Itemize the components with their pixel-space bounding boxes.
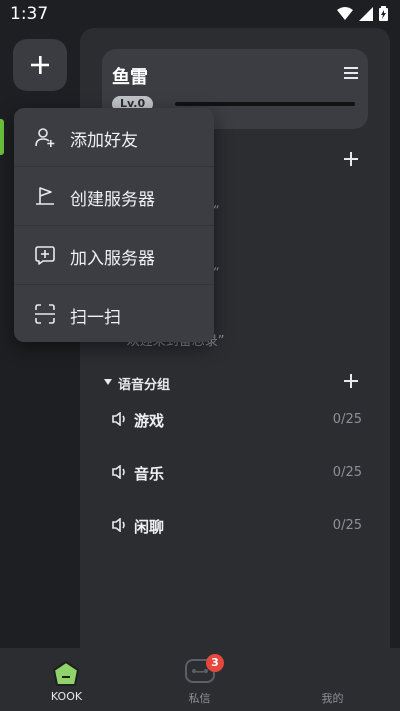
speaker-icon	[112, 518, 125, 532]
menu-item-create-server[interactable]: 创建服务器	[14, 166, 214, 225]
server-name: 鱼雷	[112, 67, 148, 88]
voice-channel-count: 0/25	[332, 412, 362, 427]
channel-text-fragment: “	[213, 204, 220, 219]
voice-channel-name: 闲聊	[134, 518, 165, 536]
status-bar: 1:37	[0, 0, 400, 28]
join-server-icon	[35, 246, 55, 265]
voice-group-header[interactable]: 语音分组	[102, 373, 372, 393]
caret-down-icon	[104, 379, 112, 385]
voice-channel[interactable]: 音乐 0/25	[112, 461, 362, 485]
unread-badge: 3	[206, 654, 224, 672]
voice-channel[interactable]: 闲聊 0/25	[112, 514, 362, 538]
signal-icon	[359, 6, 373, 21]
menu-item-join-server[interactable]: 加入服务器	[14, 225, 214, 284]
scan-icon	[35, 304, 55, 324]
voice-channel-name: 音乐	[134, 465, 165, 483]
level-progress-bar	[175, 102, 355, 106]
add-server-button[interactable]	[13, 39, 67, 91]
menu-item-label: 扫一扫	[70, 308, 121, 328]
voice-channel-count: 0/25	[332, 465, 362, 480]
bottom-nav: KOOK 私信 我的	[0, 648, 400, 711]
speaker-icon	[112, 465, 125, 479]
add-menu-popup: 添加好友 创建服务器 加入服务器 扫一扫	[14, 108, 214, 342]
nav-tab-kook[interactable]: KOOK	[0, 648, 133, 711]
kook-home-icon	[53, 661, 79, 686]
nav-label: KOOK	[50, 690, 83, 703]
menu-item-add-friend[interactable]: 添加好友	[14, 108, 214, 166]
nav-tab-messages[interactable]: 私信	[133, 648, 266, 711]
add-friend-icon	[35, 128, 55, 147]
menu-item-scan[interactable]: 扫一扫	[14, 284, 214, 342]
menu-item-label: 创建服务器	[70, 190, 155, 210]
nav-label: 私信	[188, 692, 211, 705]
plus-icon	[31, 56, 49, 74]
add-text-channel-icon[interactable]	[344, 152, 358, 166]
voice-channel-name: 游戏	[134, 412, 165, 430]
voice-group-title: 语音分组	[118, 378, 171, 393]
channel-text-fragment: “	[213, 266, 220, 281]
nav-tab-profile[interactable]: 我的	[266, 648, 399, 711]
voice-channel[interactable]: 游戏 0/25	[112, 408, 362, 432]
menu-icon[interactable]	[344, 67, 358, 79]
menu-item-label: 加入服务器	[70, 249, 155, 269]
selected-server-indicator	[0, 119, 4, 155]
battery-icon	[379, 6, 388, 21]
create-server-icon	[36, 187, 54, 205]
status-time: 1:37	[10, 4, 49, 24]
speaker-icon	[112, 412, 125, 426]
nav-label: 我的	[321, 692, 344, 705]
add-voice-channel-icon[interactable]	[344, 374, 358, 388]
voice-channel-count: 0/25	[332, 518, 362, 533]
wifi-icon	[337, 6, 353, 20]
menu-item-label: 添加好友	[70, 131, 138, 151]
